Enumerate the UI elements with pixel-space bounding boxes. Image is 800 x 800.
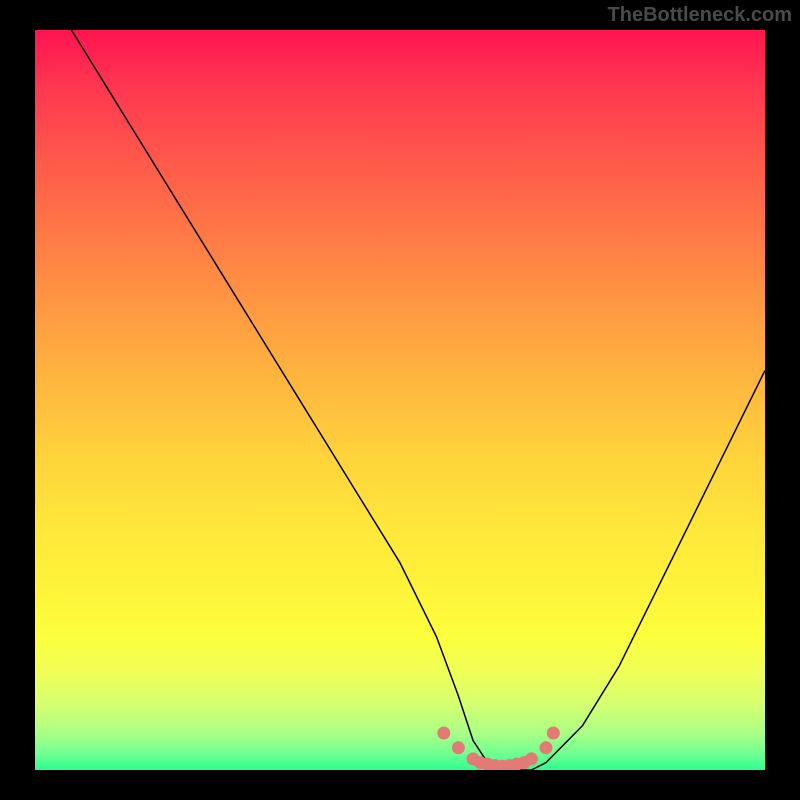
highlight-dot: [540, 741, 553, 754]
watermark-text: TheBottleneck.com: [608, 4, 792, 27]
highlight-dot: [437, 727, 450, 740]
bottleneck-curve-line: [72, 30, 766, 770]
highlight-dot: [547, 727, 560, 740]
highlight-dot: [452, 741, 465, 754]
chart-plot-area: [35, 30, 765, 770]
chart-svg: [35, 30, 765, 770]
highlight-dot: [525, 752, 538, 765]
highlight-markers: [437, 727, 560, 771]
